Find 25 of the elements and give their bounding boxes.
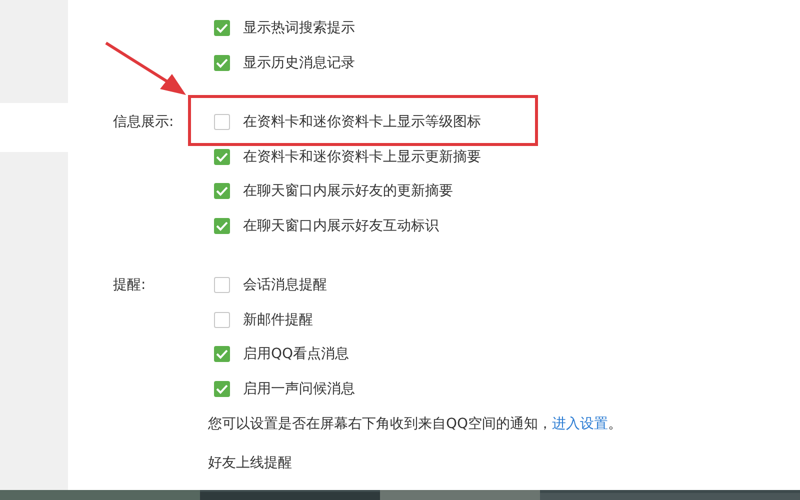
checkbox[interactable] — [214, 277, 230, 294]
checkbox-label: 显示历史消息记录 — [243, 54, 355, 72]
settings-link[interactable]: 进入设置 — [552, 416, 608, 432]
checkbox-label: 会话消息提醒 — [243, 276, 327, 294]
section-label: 提醒: — [113, 276, 147, 295]
checkbox-label: 新邮件提醒 — [243, 310, 313, 329]
checkbox-label: 显示热词搜索提示 — [243, 19, 355, 38]
checkbox-label: 启用QQ看点消息 — [243, 345, 350, 364]
checkbox[interactable] — [214, 20, 230, 36]
checkbox-label: 启用一声问候消息 — [243, 380, 355, 398]
checkbox[interactable] — [214, 54, 230, 71]
checkbox[interactable] — [214, 148, 230, 165]
checkbox[interactable] — [214, 346, 230, 362]
checkbox[interactable] — [214, 183, 230, 200]
checkbox[interactable] — [214, 312, 230, 328]
checkbox-label: 在资料卡和迷你资料卡上显示等级图标 — [243, 113, 481, 132]
checkbox-label: 在聊天窗口内展示好友互动标识 — [243, 216, 439, 235]
checkbox[interactable] — [214, 380, 230, 397]
checkbox[interactable] — [214, 114, 230, 130]
notice-text: 您可以设置是否在屏幕右下角收到来自QQ空间的通知，进入设置。 — [208, 415, 622, 434]
section-label: 信息展示: — [113, 113, 175, 132]
checkbox-label: 在资料卡和迷你资料卡上显示更新摘要 — [243, 148, 481, 166]
setting-heading: 好友上线提醒 — [208, 454, 293, 473]
checkbox-label: 在聊天窗口内展示好友的更新摘要 — [243, 182, 453, 200]
checkbox[interactable] — [214, 218, 230, 234]
